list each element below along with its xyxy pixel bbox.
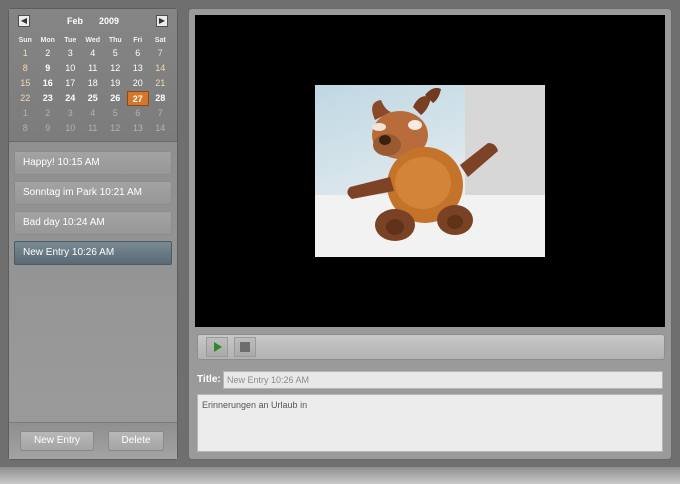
- media-viewer[interactable]: [195, 15, 665, 327]
- calendar-week: 8 9 10 11 12 13 14: [14, 61, 172, 76]
- left-panel: ◀ Feb 2009 ▶ Sun Mon Tue Wed Thu Fri Sat…: [8, 8, 178, 460]
- calendar-day[interactable]: 2: [37, 106, 60, 121]
- entry-list-item[interactable]: Sonntag im Park 10:21 AM: [14, 181, 172, 205]
- calendar-day[interactable]: 1: [14, 106, 37, 121]
- calendar-day[interactable]: 26: [104, 91, 127, 106]
- calendar-month: Feb: [67, 16, 84, 26]
- entry-list-item-selected[interactable]: New Entry 10:26 AM: [14, 241, 172, 265]
- calendar-year: 2009: [99, 16, 120, 26]
- calendar-day[interactable]: 9: [37, 61, 60, 76]
- photo-plush-moose: [315, 85, 545, 257]
- calendar-day[interactable]: 8: [14, 121, 37, 136]
- notes-textarea[interactable]: Erinnerungen an Urlaub in: [197, 394, 663, 452]
- new-entry-button[interactable]: New Entry: [20, 431, 94, 451]
- calendar-day[interactable]: 23: [37, 91, 60, 106]
- stop-icon: [240, 342, 250, 352]
- calendar-day[interactable]: 16: [37, 76, 60, 91]
- calendar-day[interactable]: 6: [127, 46, 150, 61]
- calendar-weekday-row: Sun Mon Tue Wed Thu Fri Sat: [14, 36, 172, 46]
- calendar-day[interactable]: 7: [149, 106, 172, 121]
- title-input[interactable]: New Entry 10:26 AM: [223, 371, 663, 389]
- prev-month-icon[interactable]: ◀: [18, 15, 30, 27]
- weekday-label: Sat: [154, 37, 166, 44]
- weekday-label: Fri: [133, 37, 143, 44]
- play-icon: [214, 342, 222, 352]
- calendar-day[interactable]: 5: [104, 106, 127, 121]
- calendar-day[interactable]: 17: [59, 76, 82, 91]
- calendar-day[interactable]: 2: [37, 46, 60, 61]
- calendar-week: 8 9 10 11 12 13 14: [14, 121, 172, 136]
- weekday-label: Tue: [64, 37, 77, 44]
- calendar-day[interactable]: 14: [149, 121, 172, 136]
- weekday-label: Mon: [40, 37, 55, 44]
- calendar-week: 1 2 3 4 5 6 7: [14, 106, 172, 121]
- calendar-header: ◀ Feb 2009 ▶: [9, 15, 177, 29]
- calendar-week: 15 16 17 18 19 20 21: [14, 76, 172, 91]
- calendar-day[interactable]: 14: [149, 61, 172, 76]
- weekday-label: Thu: [108, 37, 122, 44]
- title-label: Title:: [197, 374, 221, 385]
- stop-button[interactable]: [234, 337, 256, 357]
- right-panel: Title: New Entry 10:26 AM Erinnerungen a…: [188, 8, 672, 460]
- calendar-week: 1 2 3 4 5 6 7: [14, 46, 172, 61]
- calendar-day[interactable]: 12: [104, 61, 127, 76]
- calendar-day-selected[interactable]: 27: [126, 91, 149, 106]
- calendar-day[interactable]: 4: [82, 106, 105, 121]
- calendar-day[interactable]: 21: [149, 76, 172, 91]
- entry-list: Happy! 10:15 AM Sonntag im Park 10:21 AM…: [14, 151, 172, 271]
- calendar-day[interactable]: 19: [104, 76, 127, 91]
- calendar-day[interactable]: 6: [127, 106, 150, 121]
- calendar-week: 22 23 24 25 26 27 28: [14, 91, 172, 106]
- calendar-day[interactable]: 8: [14, 61, 37, 76]
- weekday-label: Sun: [18, 37, 32, 44]
- calendar-day[interactable]: 11: [82, 121, 105, 136]
- calendar-day[interactable]: 4: [82, 46, 105, 61]
- next-month-icon[interactable]: ▶: [156, 15, 168, 27]
- calendar-day[interactable]: 3: [59, 46, 82, 61]
- calendar-day[interactable]: 28: [149, 91, 172, 106]
- left-footer: New Entry Delete: [9, 422, 177, 459]
- calendar-day[interactable]: 18: [82, 76, 105, 91]
- calendar-day[interactable]: 5: [104, 46, 127, 61]
- calendar: ◀ Feb 2009 ▶ Sun Mon Tue Wed Thu Fri Sat…: [9, 9, 177, 142]
- calendar-day[interactable]: 24: [59, 91, 82, 106]
- calendar-day[interactable]: 22: [14, 91, 37, 106]
- playback-controls: [197, 334, 665, 360]
- calendar-day[interactable]: 15: [14, 76, 37, 91]
- calendar-day[interactable]: 10: [59, 121, 82, 136]
- calendar-day[interactable]: 20: [127, 76, 150, 91]
- calendar-day[interactable]: 12: [104, 121, 127, 136]
- weekday-label: Wed: [85, 37, 101, 44]
- calendar-day[interactable]: 1: [14, 46, 37, 61]
- entry-list-item[interactable]: Happy! 10:15 AM: [14, 151, 172, 175]
- play-button[interactable]: [206, 337, 228, 357]
- delete-button[interactable]: Delete: [108, 431, 164, 451]
- calendar-grid: Sun Mon Tue Wed Thu Fri Sat 1 2 3 4 5 6 …: [14, 36, 172, 136]
- calendar-day[interactable]: 9: [37, 121, 60, 136]
- calendar-day[interactable]: 25: [82, 91, 105, 106]
- calendar-day[interactable]: 13: [127, 61, 150, 76]
- calendar-day[interactable]: 3: [59, 106, 82, 121]
- status-bar: [0, 467, 680, 484]
- calendar-day[interactable]: 13: [127, 121, 150, 136]
- plush-moose-image: [315, 85, 545, 257]
- calendar-day[interactable]: 11: [82, 61, 105, 76]
- calendar-day[interactable]: 7: [149, 46, 172, 61]
- calendar-day[interactable]: 10: [59, 61, 82, 76]
- entry-list-item[interactable]: Bad day 10:24 AM: [14, 211, 172, 235]
